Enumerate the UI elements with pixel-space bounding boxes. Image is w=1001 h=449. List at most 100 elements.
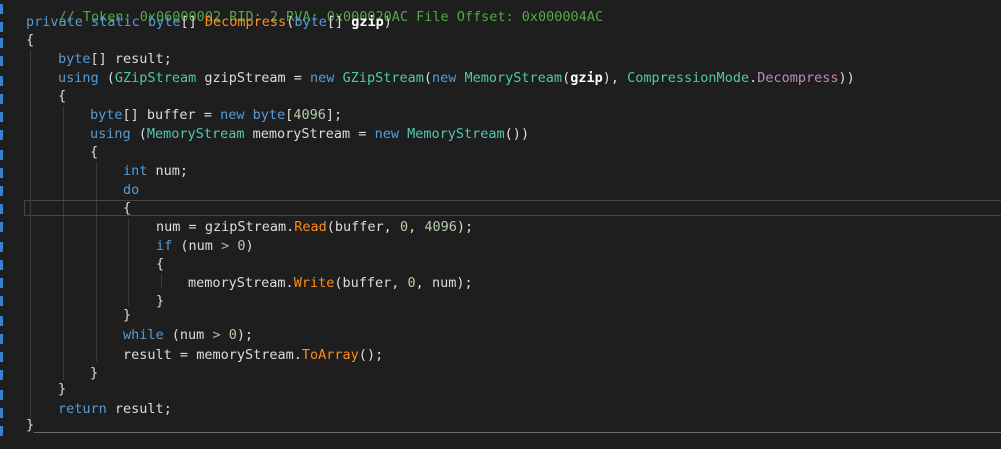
code-line[interactable]: } xyxy=(26,416,34,434)
punct: . xyxy=(285,275,294,291)
gutter-marker xyxy=(0,222,3,232)
gutter-marker xyxy=(0,186,3,196)
code-line-buffer[interactable]: byte[] buffer = new byte[4096]; xyxy=(90,106,342,124)
op-greater: > xyxy=(221,238,230,254)
type-memorystream[interactable]: MemoryStream xyxy=(407,126,505,142)
type-memorystream[interactable]: MemoryStream xyxy=(147,126,245,142)
brace: { xyxy=(90,144,99,160)
punct: ; xyxy=(163,51,172,67)
indent-guide xyxy=(161,274,162,288)
current-line-highlight xyxy=(24,200,1001,216)
type-compressionmode[interactable]: CompressionMode xyxy=(627,70,749,86)
kw-byte: byte xyxy=(58,51,91,67)
var-num[interactable]: num xyxy=(156,163,180,179)
brace: { xyxy=(156,256,165,272)
punct: ; xyxy=(465,219,474,235)
punct: ( xyxy=(326,219,335,235)
code-line-while[interactable]: while (num > 0); xyxy=(123,326,253,344)
code-line-using-memory[interactable]: using (MemoryStream memoryStream = new M… xyxy=(90,125,529,143)
code-line-using-gzip[interactable]: using (GZipStream gzipStream = new GZipS… xyxy=(58,69,855,87)
punct: ; xyxy=(179,163,189,179)
var-num[interactable]: num xyxy=(189,238,213,254)
code-line[interactable]: } xyxy=(156,292,164,310)
brace: } xyxy=(58,381,67,397)
code-line[interactable]: } xyxy=(90,364,98,382)
var-memorystream[interactable]: memoryStream xyxy=(188,275,286,291)
code-line-return[interactable]: return result; xyxy=(58,400,172,418)
method-write[interactable]: Write xyxy=(294,275,335,291)
type-gzipstream[interactable]: GZipStream xyxy=(115,70,196,86)
gutter-marker xyxy=(0,408,3,418)
brace: { xyxy=(123,200,132,216)
num-literal: 0 xyxy=(237,238,246,254)
punct: ( xyxy=(504,126,513,142)
enum-decompress[interactable]: Decompress xyxy=(757,70,838,86)
op-equals: = xyxy=(179,347,189,363)
var-result[interactable]: result xyxy=(123,347,172,363)
code-line[interactable]: } xyxy=(123,306,131,324)
method-read[interactable]: Read xyxy=(294,219,327,235)
punct: ) xyxy=(366,347,376,363)
code-line[interactable]: } xyxy=(58,380,66,398)
code-line-do[interactable]: do xyxy=(123,181,139,199)
punct: ) xyxy=(456,219,466,235)
var-gzipstream[interactable]: gzipStream xyxy=(204,70,285,86)
code-line[interactable]: { xyxy=(90,143,98,161)
var-result[interactable]: result xyxy=(115,51,164,67)
code-line-read[interactable]: num = gzipStream.Read(buffer, 0, 4096); xyxy=(156,218,473,236)
method-decompress[interactable]: Decompress xyxy=(205,14,286,30)
var-buffer[interactable]: buffer xyxy=(147,107,196,123)
code-line[interactable]: byte[] result; xyxy=(58,50,172,68)
kw-new: new xyxy=(310,70,335,86)
var-num[interactable]: num xyxy=(180,327,204,343)
code-line[interactable]: { xyxy=(123,199,131,217)
kw-using: using xyxy=(90,126,131,142)
type-memorystream[interactable]: MemoryStream xyxy=(465,70,563,86)
num-literal: 4096 xyxy=(293,107,326,123)
var-memorystream[interactable]: memoryStream xyxy=(253,126,351,142)
punct: . xyxy=(293,347,302,363)
punct: , xyxy=(415,275,424,291)
var-buffer[interactable]: buffer xyxy=(335,219,384,235)
indent-guide xyxy=(96,162,97,362)
code-line[interactable]: { xyxy=(26,31,34,49)
code-line-signature[interactable]: private static byte[] Decompress(byte[] … xyxy=(26,13,392,31)
var-gzipstream[interactable]: gzipStream xyxy=(205,219,286,235)
punct: [] xyxy=(90,51,107,67)
punct: ; xyxy=(464,275,473,291)
brace: { xyxy=(58,88,67,104)
param-gzip[interactable]: gzip xyxy=(570,70,603,86)
type-gzipstream[interactable]: GZipStream xyxy=(343,70,424,86)
code-line-toarray[interactable]: result = memoryStream.ToArray(); xyxy=(123,346,383,364)
gutter-marker xyxy=(0,242,3,252)
var-num[interactable]: num xyxy=(432,275,456,291)
code-line-comment[interactable]: // Token: 0x06000002 RID: 2 RVA: 0x00002… xyxy=(26,0,604,25)
op-equals: = xyxy=(203,107,212,123)
op-equals: = xyxy=(358,126,367,142)
gutter-marker xyxy=(0,352,3,362)
var-memorystream[interactable]: memoryStream xyxy=(196,347,294,363)
indent-guide xyxy=(128,218,129,306)
code-line-int-num[interactable]: int num; xyxy=(123,162,188,180)
code-line-write[interactable]: memoryStream.Write(buffer, 0, num); xyxy=(188,274,473,292)
gutter-marker xyxy=(0,278,3,288)
gutter-marker xyxy=(0,168,3,178)
code-line-if[interactable]: if (num > 0) xyxy=(156,237,254,255)
num-literal: 0 xyxy=(399,219,409,235)
punct: ( xyxy=(562,70,571,86)
gutter-marker xyxy=(0,316,3,326)
code-editor[interactable]: // Token: 0x06000002 RID: 2 RVA: 0x00002… xyxy=(0,0,1001,449)
var-buffer[interactable]: buffer xyxy=(342,275,391,291)
brace: { xyxy=(26,32,35,48)
op-equals: = xyxy=(188,219,197,235)
var-result[interactable]: result xyxy=(115,401,164,417)
brace: } xyxy=(90,365,99,381)
gutter-marker xyxy=(0,22,3,32)
method-toarray[interactable]: ToArray xyxy=(302,347,359,363)
code-line[interactable]: { xyxy=(58,87,66,105)
gutter-marker xyxy=(0,204,3,214)
param-gzip[interactable]: gzip xyxy=(351,14,384,30)
code-line[interactable]: { xyxy=(156,255,164,273)
brace: } xyxy=(156,293,165,309)
var-num[interactable]: num xyxy=(156,219,180,235)
